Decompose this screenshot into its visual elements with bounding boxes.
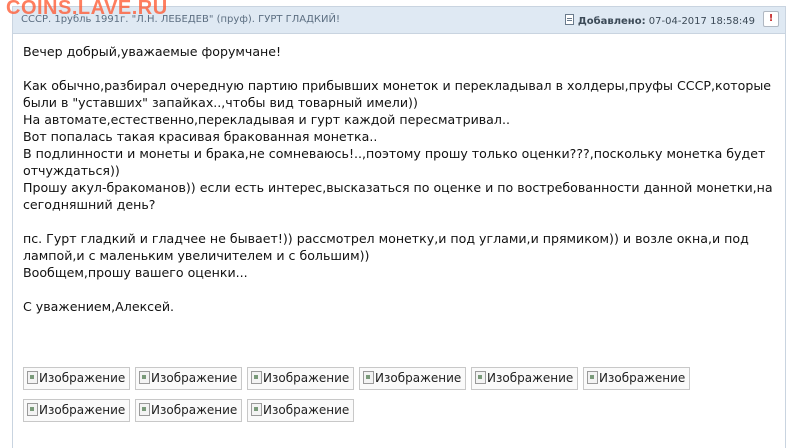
image-attachment[interactable]: Изображение: [23, 399, 130, 422]
post-paragraph: Как обычно,разбирал очередную партию при…: [23, 78, 772, 110]
report-icon[interactable]: !: [763, 11, 779, 27]
post-paragraph: Вообщем,прошу вашего оценки...: [23, 265, 248, 280]
site-watermark: COINS.LAVE.RU: [6, 0, 168, 19]
broken-image-icon: [27, 403, 38, 416]
post-signature: С уважением,Алексей.: [23, 299, 175, 314]
added-label: Добавлено:: [577, 16, 646, 27]
document-icon[interactable]: [564, 14, 574, 25]
post-greeting: Вечер добрый,уважаемые форумчане!: [23, 44, 282, 59]
broken-image-icon: [475, 371, 486, 384]
post-date-value: 07-04-2017 18:58:49: [648, 16, 755, 27]
post-paragraph: Прошу акул-бракоманов)) если есть интере…: [23, 180, 773, 212]
post-date: Добавлено: 07-04-2017 18:58:49: [564, 14, 755, 27]
broken-image-icon: [139, 371, 150, 384]
broken-image-icon: [27, 371, 38, 384]
broken-image-icon: [251, 371, 262, 384]
image-attachment[interactable]: Изображение: [583, 367, 690, 390]
broken-image-icon: [139, 403, 150, 416]
post-paragraph: пс. Гурт гладкий и гладчее не бывает!)) …: [23, 231, 749, 263]
image-attachment[interactable]: Изображение: [135, 399, 242, 422]
image-attachment[interactable]: Изображение: [135, 367, 242, 390]
image-attachment[interactable]: Изображение: [247, 399, 354, 422]
broken-image-icon: [363, 371, 374, 384]
post-paragraph: На автомате,естественно,перекладывая и г…: [23, 112, 510, 127]
image-attachments: Изображение Изображение Изображение Изображ…: [23, 367, 723, 431]
image-attachment[interactable]: Изображение: [471, 367, 578, 390]
image-attachment[interactable]: Изображение: [247, 367, 354, 390]
forum-post: СССР. 1рубль 1991г. "Л.Н. ЛЕБЕДЕВ" (пруф…: [12, 6, 786, 448]
post-body: Вечер добрый,уважаемые форумчане! Как об…: [23, 43, 773, 315]
post-paragraph: В подлинности и монеты и брака,не сомнев…: [23, 146, 766, 178]
image-attachment[interactable]: Изображение: [23, 367, 130, 390]
post-paragraph: Вот попалась такая красивая бракованная …: [23, 129, 378, 144]
broken-image-icon: [587, 371, 598, 384]
broken-image-icon: [251, 403, 262, 416]
image-attachment[interactable]: Изображение: [359, 367, 466, 390]
